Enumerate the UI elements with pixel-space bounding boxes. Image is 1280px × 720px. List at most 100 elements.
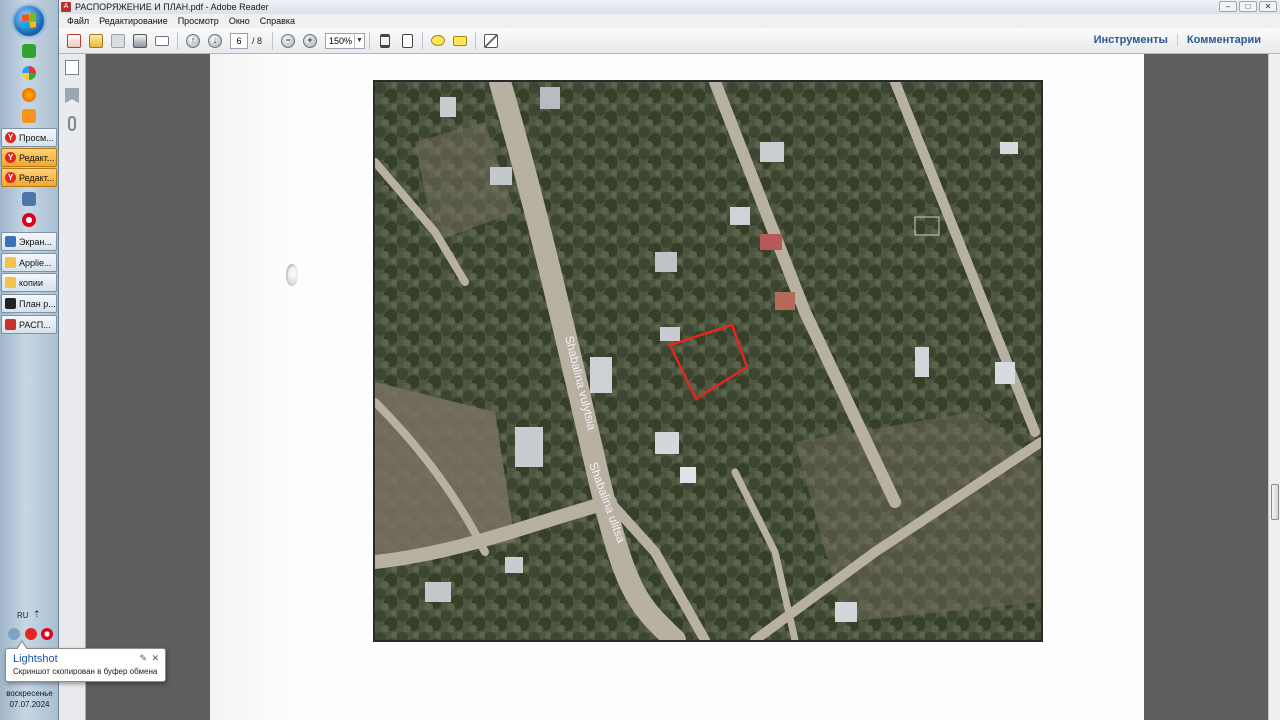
taskbar-item-label: Экран... <box>19 236 52 247</box>
envelope-icon <box>155 35 169 46</box>
menu-help[interactable]: Справка <box>255 16 300 26</box>
previous-page-button[interactable]: ↑ <box>183 31 203 51</box>
fit-page-icon <box>401 33 413 48</box>
taskbar-item-label: копии <box>19 277 43 288</box>
pin-icon[interactable]: ✎ <box>139 653 147 664</box>
expand-icon <box>484 33 499 48</box>
taskbar-item-label: Applie... <box>19 257 52 268</box>
close-icon[interactable]: ✕ <box>151 653 159 664</box>
next-page-button[interactable]: ↓ <box>205 31 225 51</box>
plus-icon: + <box>303 33 318 48</box>
yandex-icon: Y <box>5 132 16 143</box>
vk-icon[interactable] <box>22 192 36 206</box>
page-scan-shade <box>210 54 290 720</box>
printer-icon <box>133 33 147 48</box>
comments-pane-button[interactable]: Комментарии <box>1176 34 1270 46</box>
bookmark-icon[interactable] <box>65 88 79 103</box>
pdf-page: Shabalina vulytsia Shabalina ulitsa <box>210 54 1144 720</box>
toolbar-separator <box>475 31 477 50</box>
arrow-up-icon: ↑ <box>186 33 200 48</box>
taskbar-item-label: План р... <box>19 298 56 309</box>
fit-page-button[interactable] <box>397 31 417 51</box>
zoom-in-button[interactable]: + <box>300 31 320 51</box>
notification-title: Lightshot <box>13 653 58 665</box>
close-button[interactable]: ✕ <box>1259 1 1277 12</box>
highlight-button[interactable] <box>450 31 470 51</box>
opera-icon[interactable] <box>22 213 36 227</box>
vertical-scrollbar[interactable] <box>1268 54 1280 720</box>
page-total: / 8 <box>252 35 263 46</box>
taskbar-item-plan[interactable]: План р... <box>1 294 57 313</box>
expand-button[interactable] <box>481 31 501 51</box>
zoom-out-button[interactable]: − <box>278 31 298 51</box>
save-button[interactable] <box>108 31 128 51</box>
tools-pane-button[interactable]: Инструменты <box>1085 34 1177 46</box>
page-thumbnails-icon[interactable] <box>65 60 79 75</box>
window-titlebar: A РАСПОРЯЖЕНИЕ И ПЛАН.pdf - Adobe Reader… <box>59 0 1280 14</box>
highlighter-icon <box>453 35 468 46</box>
network-icon[interactable]: ⇡ <box>33 609 41 620</box>
pdf-icon <box>5 319 16 330</box>
toolbar-separator <box>177 31 178 50</box>
scrollbar-thumb[interactable] <box>1271 484 1279 520</box>
yandex-tray-icon[interactable] <box>25 628 37 640</box>
satellite-map-image: Shabalina vulytsia Shabalina ulitsa <box>373 80 1043 642</box>
open-folder-icon <box>89 33 103 48</box>
odnoklassniki-icon[interactable] <box>22 109 36 123</box>
windows-taskbar: Y Просм... Y Редакт... Y Редакт... Экран… <box>0 0 59 720</box>
yandex-icon: Y <box>5 172 16 183</box>
lightshot-tray-icon[interactable] <box>8 628 20 640</box>
menu-file[interactable]: Файл <box>62 16 94 26</box>
system-clock[interactable]: воскресенье 07.07.2024 <box>0 688 59 710</box>
notification-pointer <box>16 640 28 650</box>
speech-bubble-icon <box>431 35 446 46</box>
taskbar-item-label: Редакт... <box>19 152 55 163</box>
menu-view[interactable]: Просмотр <box>173 16 224 26</box>
firefox-icon[interactable] <box>22 88 36 102</box>
punch-hole <box>286 264 298 286</box>
document-viewport[interactable]: Shabalina vulytsia Shabalina ulitsa <box>86 54 1268 720</box>
zoom-value: 150% <box>329 35 353 46</box>
menu-edit[interactable]: Редактирование <box>94 16 173 26</box>
taskbar-item-copies-folder[interactable]: копии <box>1 273 57 292</box>
folder-icon <box>5 277 16 288</box>
taskbar-item-pdf[interactable]: РАСП... <box>1 315 57 334</box>
menu-window[interactable]: Окно <box>224 16 255 26</box>
quicklaunch-app-icon[interactable] <box>22 44 36 58</box>
window-controls: – □ ✕ <box>1219 1 1277 12</box>
chrome-icon[interactable] <box>22 66 36 80</box>
page-number-input[interactable]: 6 <box>230 32 248 49</box>
window-title: РАСПОРЯЖЕНИЕ И ПЛАН.pdf - Adobe Reader <box>75 2 269 12</box>
toolbar-separator <box>422 31 424 50</box>
yandex-icon: Y <box>5 152 16 163</box>
maximize-button[interactable]: □ <box>1239 1 1257 12</box>
taskbar-item-editor-2[interactable]: Y Редакт... <box>1 168 57 187</box>
open-button[interactable] <box>86 31 106 51</box>
taskbar-item-editor-1[interactable]: Y Редакт... <box>1 148 57 167</box>
taskbar-item-browser[interactable]: Y Просм... <box>1 128 57 147</box>
paperclip-icon[interactable] <box>68 116 76 131</box>
minus-icon: − <box>281 33 296 48</box>
taskbar-item-screen[interactable]: Экран... <box>1 232 57 251</box>
create-pdf-button[interactable] <box>64 31 84 51</box>
language-indicator[interactable]: RU <box>17 611 29 620</box>
chevron-down-icon: ▼ <box>354 33 364 48</box>
add-comment-button[interactable] <box>428 31 448 51</box>
clock-date: 07.07.2024 <box>9 700 50 709</box>
taskbar-item-label: Просм... <box>19 132 54 143</box>
windows-logo-icon <box>22 13 36 29</box>
notification-message: Скриншот скопирован в буфер обмена <box>13 667 158 676</box>
zoom-select[interactable]: 150% ▼ <box>325 32 366 49</box>
toolbar-panels: Инструменты Комментарии <box>1085 34 1270 46</box>
opera-tray-icon[interactable] <box>41 628 53 640</box>
adobe-reader-icon: A <box>61 2 71 12</box>
folder-icon <box>5 257 16 268</box>
satellite-map: Shabalina vulytsia Shabalina ulitsa <box>375 82 1041 640</box>
email-button[interactable] <box>152 31 172 51</box>
start-button[interactable] <box>14 6 44 36</box>
print-button[interactable] <box>130 31 150 51</box>
taskbar-item-applied-folder[interactable]: Applie... <box>1 253 57 272</box>
lightshot-notification[interactable]: Lightshot Скриншот скопирован в буфер об… <box>5 640 166 682</box>
fit-width-button[interactable] <box>375 31 395 51</box>
minimize-button[interactable]: – <box>1219 1 1237 12</box>
